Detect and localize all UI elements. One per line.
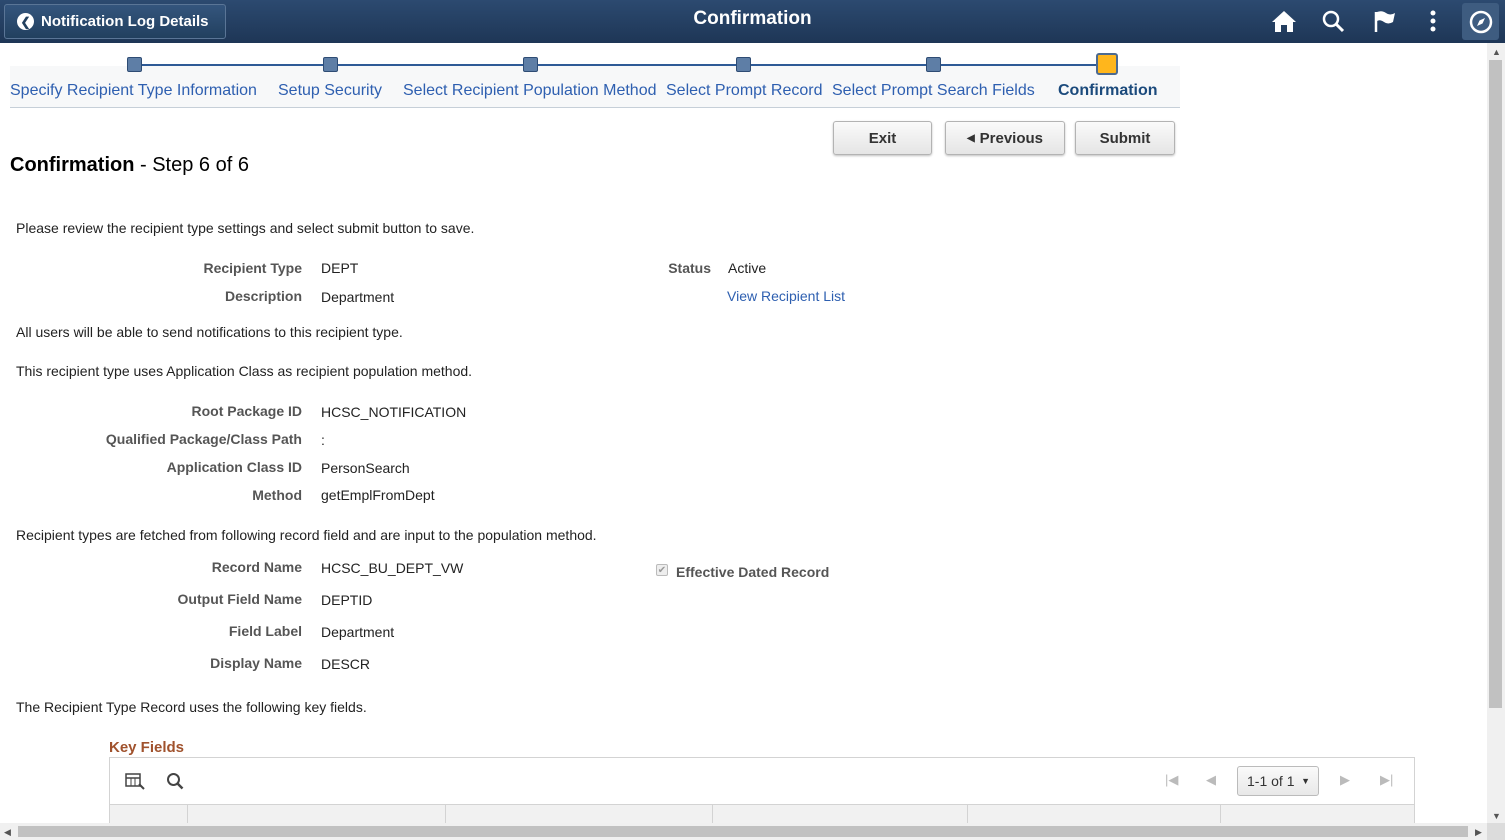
- step-select-population-method[interactable]: Select Recipient Population Method: [403, 82, 657, 100]
- previous-page-icon[interactable]: ◀: [1206, 772, 1216, 788]
- key-fields-text: The Recipient Type Record uses the follo…: [16, 699, 367, 715]
- step-setup-security[interactable]: Setup Security: [278, 82, 382, 100]
- recipient-type-value: DEPT: [321, 260, 359, 276]
- chevron-left-icon: ◀: [966, 132, 975, 144]
- scroll-left-icon[interactable]: ◀: [4, 827, 11, 838]
- population-method-text: This recipient type uses Application Cla…: [16, 363, 473, 379]
- record-name-label: Record Name: [211, 559, 302, 575]
- scroll-up-icon[interactable]: ▲: [1492, 47, 1501, 57]
- status-label: Status: [668, 260, 711, 276]
- qualified-path-value: :: [321, 432, 325, 448]
- qualified-path-label: Qualified Package/Class Path: [105, 431, 302, 447]
- key-fields-grid: |◀ ◀ 1-1 of 1 ▼ ▶ ▶|: [109, 757, 1415, 829]
- back-button-label: Notification Log Details: [41, 13, 209, 30]
- step-node-3[interactable]: [523, 57, 538, 72]
- page-title: Confirmation - Step 6 of 6: [10, 154, 249, 177]
- output-field-value: DEPTID: [321, 592, 373, 608]
- exit-button-label: Exit: [868, 129, 897, 147]
- display-name-label: Display Name: [210, 655, 302, 671]
- first-page-icon[interactable]: |◀: [1165, 772, 1178, 788]
- description-value: Department: [321, 289, 395, 305]
- class-id-value: PersonSearch: [321, 460, 410, 476]
- view-recipient-list-link[interactable]: View Recipient List: [727, 288, 845, 304]
- pager-dropdown[interactable]: 1-1 of 1 ▼: [1237, 766, 1319, 796]
- step-node-2[interactable]: [323, 57, 338, 72]
- description-label: Description: [224, 288, 302, 304]
- flag-icon[interactable]: [1371, 8, 1397, 34]
- previous-button-label: Previous: [979, 129, 1044, 147]
- home-icon[interactable]: [1271, 8, 1297, 34]
- step-node-1[interactable]: [127, 57, 142, 72]
- effective-dated-checkbox: ✔: [656, 564, 668, 576]
- back-button[interactable]: ❮ Notification Log Details: [4, 4, 226, 39]
- previous-button[interactable]: ◀ Previous: [945, 121, 1065, 155]
- root-package-label: Root Package ID: [191, 403, 302, 419]
- class-id-label: Application Class ID: [166, 459, 302, 475]
- page-title-main: Confirmation: [10, 154, 135, 176]
- status-value: Active: [728, 260, 767, 276]
- method-label: Method: [252, 487, 302, 503]
- navigator-icon: [1469, 10, 1492, 33]
- navigator-button[interactable]: [1462, 3, 1499, 40]
- scroll-down-icon[interactable]: ▼: [1492, 811, 1501, 821]
- last-page-icon[interactable]: ▶|: [1380, 772, 1393, 788]
- all-users-text: All users will be able to send notificat…: [16, 324, 403, 340]
- chevron-left-icon: ❮: [17, 13, 34, 30]
- key-fields-title: Key Fields: [109, 739, 185, 756]
- step-node-6: [1096, 53, 1118, 75]
- field-label-value: Department: [321, 624, 395, 640]
- next-page-icon[interactable]: ▶: [1340, 772, 1350, 788]
- step-confirmation: Confirmation: [1058, 82, 1158, 99]
- scrollbar-corner: [1487, 823, 1505, 840]
- record-name-value: HCSC_BU_DEPT_VW: [321, 560, 464, 576]
- grid-personalize-icon[interactable]: [125, 772, 145, 795]
- pager-value: 1-1 of 1: [1247, 773, 1295, 789]
- display-name-value: DESCR: [321, 656, 371, 672]
- step-specify-recipient-type[interactable]: Specify Recipient Type Information: [10, 82, 257, 100]
- exit-button[interactable]: Exit: [833, 121, 932, 155]
- effective-dated-label: Effective Dated Record: [676, 564, 830, 580]
- chevron-down-icon: ▼: [1301, 776, 1310, 786]
- page-title-step: - Step 6 of 6: [134, 154, 249, 176]
- output-field-label: Output Field Name: [177, 591, 302, 607]
- field-label-label: Field Label: [228, 623, 302, 639]
- scroll-right-icon[interactable]: ▶: [1475, 827, 1482, 838]
- intro-text: Please review the recipient type setting…: [16, 220, 475, 236]
- step-node-5[interactable]: [926, 57, 941, 72]
- step-train-line: [134, 64, 1107, 66]
- horizontal-scrollbar-thumb[interactable]: [18, 826, 1468, 837]
- step-node-4[interactable]: [736, 57, 751, 72]
- step-select-prompt-record[interactable]: Select Prompt Record: [666, 82, 823, 100]
- vertical-scrollbar-thumb[interactable]: [1489, 60, 1502, 708]
- recipient-type-label: Recipient Type: [203, 260, 302, 276]
- submit-button[interactable]: Submit: [1075, 121, 1175, 155]
- more-icon[interactable]: [1420, 8, 1446, 34]
- record-intro-text: Recipient types are fetched from followi…: [16, 527, 597, 543]
- grid-search-icon[interactable]: [166, 772, 184, 795]
- method-value: getEmplFromDept: [321, 487, 435, 503]
- search-icon[interactable]: [1320, 8, 1346, 34]
- root-package-value: HCSC_NOTIFICATION: [321, 404, 467, 420]
- submit-button-label: Submit: [1099, 129, 1151, 147]
- step-select-prompt-search-fields[interactable]: Select Prompt Search Fields: [832, 82, 1035, 100]
